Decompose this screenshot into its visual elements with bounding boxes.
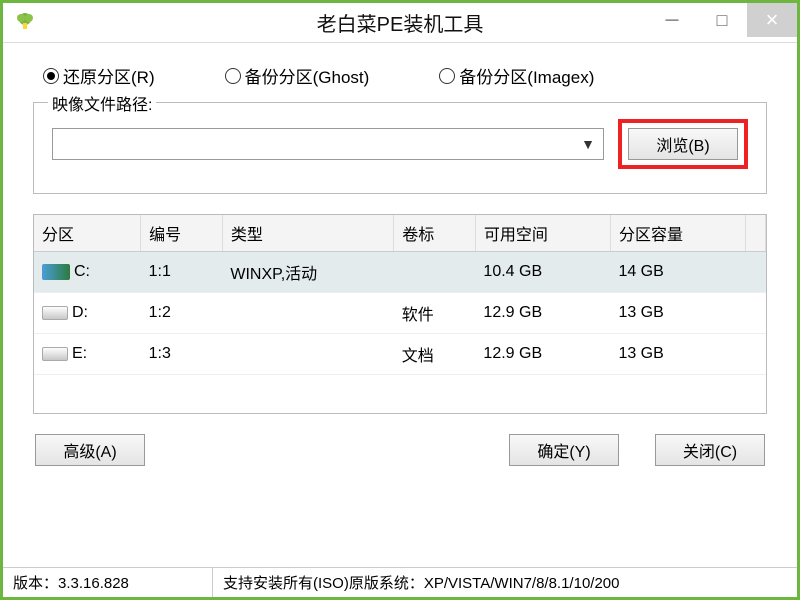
cell-drive: E: (72, 345, 87, 362)
close-button[interactable]: 关闭(C) (655, 434, 765, 466)
col-capacity[interactable]: 分区容量 (610, 215, 745, 252)
cell-capacity: 14 GB (610, 252, 745, 293)
radio-ghost-label: 备份分区(Ghost) (245, 63, 370, 88)
cell-volume: 软件 (394, 293, 476, 334)
table-row[interactable]: E: 1:3 文档 12.9 GB 13 GB (34, 334, 766, 375)
radio-dot-icon (439, 68, 455, 84)
cell-number: 1:2 (141, 293, 223, 334)
ok-button[interactable]: 确定(Y) (509, 434, 619, 466)
maximize-button[interactable]: □ (697, 3, 747, 37)
action-buttons-row: 高级(A) 确定(Y) 关闭(C) (33, 434, 767, 466)
status-bar: 版本：3.3.16.828 支持安装所有(ISO)原版系统：XP/VISTA/W… (3, 567, 797, 597)
cell-capacity: 13 GB (610, 293, 745, 334)
cell-volume: 文档 (394, 334, 476, 375)
chevron-down-icon: ▼ (581, 136, 595, 152)
radio-backup-ghost[interactable]: 备份分区(Ghost) (225, 63, 370, 88)
radio-backup-imagex[interactable]: 备份分区(Imagex) (439, 63, 594, 88)
close-window-button[interactable]: × (747, 3, 797, 37)
cell-free: 12.9 GB (475, 334, 610, 375)
drive-icon (42, 347, 68, 361)
support-label: 支持安装所有(ISO)原版系统：XP/VISTA/WIN7/8/8.1/10/2… (213, 572, 797, 593)
advanced-button[interactable]: 高级(A) (35, 434, 145, 466)
cell-number: 1:1 (141, 252, 223, 293)
col-type[interactable]: 类型 (222, 215, 393, 252)
image-path-panel: 映像文件路径: ▼ 浏览(B) (33, 102, 767, 194)
cell-free: 10.4 GB (475, 252, 610, 293)
main-content: 还原分区(R) 备份分区(Ghost) 备份分区(Imagex) 映像文件路径:… (3, 43, 797, 466)
radio-imagex-label: 备份分区(Imagex) (459, 63, 594, 88)
cell-drive: D: (72, 304, 88, 321)
col-number[interactable]: 编号 (141, 215, 223, 252)
mode-radio-group: 还原分区(R) 备份分区(Ghost) 备份分区(Imagex) (33, 63, 767, 88)
version-label: 版本：3.3.16.828 (3, 568, 213, 597)
partition-table: 分区 编号 类型 卷标 可用空间 分区容量 C: 1:1 WINXP,活动 10… (34, 215, 766, 375)
cell-volume (394, 252, 476, 293)
table-row[interactable]: C: 1:1 WINXP,活动 10.4 GB 14 GB (34, 252, 766, 293)
window-controls: － □ × (647, 3, 797, 37)
drive-icon (42, 264, 70, 280)
cell-type (222, 293, 393, 334)
cell-type: WINXP,活动 (222, 252, 393, 293)
radio-dot-icon (43, 68, 59, 84)
image-path-dropdown[interactable]: ▼ (52, 128, 604, 160)
title-bar: 老白菜PE装机工具 － □ × (3, 3, 797, 43)
radio-restore-partition[interactable]: 还原分区(R) (43, 63, 155, 88)
partition-table-wrap: 分区 编号 类型 卷标 可用空间 分区容量 C: 1:1 WINXP,活动 10… (33, 214, 767, 414)
cell-drive: C: (74, 263, 90, 280)
radio-restore-label: 还原分区(R) (63, 63, 155, 88)
cell-type (222, 334, 393, 375)
cell-capacity: 13 GB (610, 334, 745, 375)
minimize-button[interactable]: － (647, 3, 697, 37)
image-path-label: 映像文件路径: (48, 91, 156, 115)
col-scrollgap (746, 215, 766, 252)
cell-number: 1:3 (141, 334, 223, 375)
app-icon (13, 11, 37, 35)
col-volume[interactable]: 卷标 (394, 215, 476, 252)
browse-highlight-box: 浏览(B) (618, 119, 748, 169)
browse-button[interactable]: 浏览(B) (628, 128, 738, 160)
window-title: 老白菜PE装机工具 (317, 8, 484, 37)
radio-dot-icon (225, 68, 241, 84)
drive-icon (42, 306, 68, 320)
table-row[interactable]: D: 1:2 软件 12.9 GB 13 GB (34, 293, 766, 334)
col-partition[interactable]: 分区 (34, 215, 141, 252)
col-free[interactable]: 可用空间 (475, 215, 610, 252)
cell-free: 12.9 GB (475, 293, 610, 334)
